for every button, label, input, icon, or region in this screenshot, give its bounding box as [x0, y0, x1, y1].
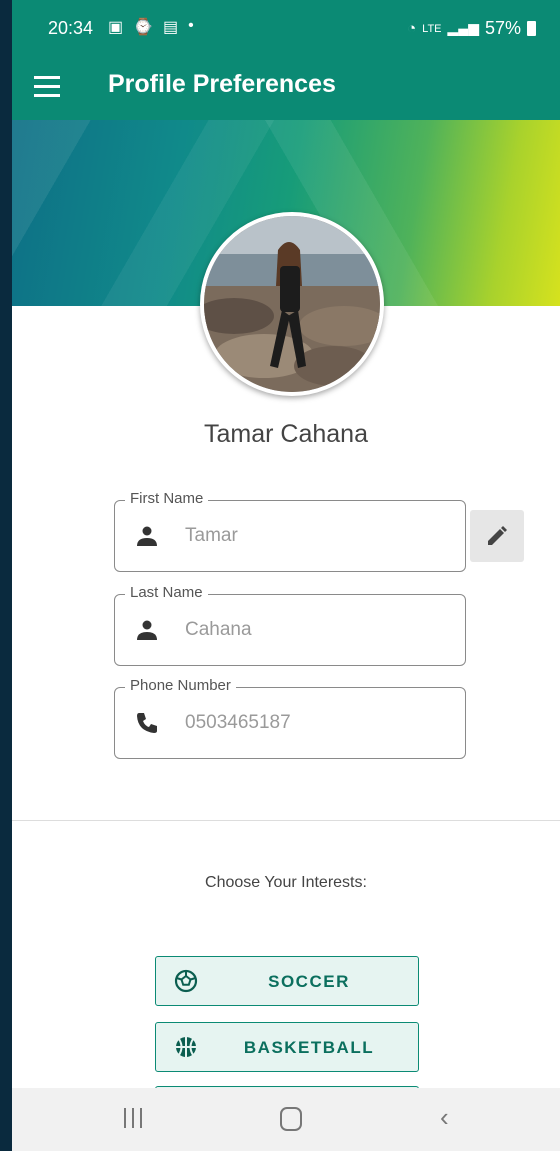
phone-number-value: 0503465187	[185, 712, 291, 733]
last-name-field[interactable]: Last Name Cahana	[114, 584, 466, 666]
interest-button-soccer[interactable]: SOCCER	[155, 956, 419, 1006]
notification-icons: ▣ ⌚ ▤ •	[108, 17, 194, 37]
back-button[interactable]: ‹	[440, 1102, 449, 1133]
phone-number-label: Phone Number	[125, 677, 236, 694]
first-name-field[interactable]: First Name Tamar	[114, 490, 466, 572]
page-title: Profile Preferences	[108, 70, 336, 98]
pencil-icon	[488, 526, 507, 545]
soccer-ball-icon	[174, 969, 198, 993]
section-divider	[12, 820, 560, 821]
recents-button[interactable]	[124, 1108, 142, 1128]
phone-number-field[interactable]: Phone Number 0503465187	[114, 677, 466, 759]
basketball-icon	[176, 1037, 196, 1057]
signal-icon: ▂▄▆	[447, 20, 479, 36]
last-name-label: Last Name	[125, 584, 208, 601]
interest-label: SOCCER	[268, 972, 350, 991]
home-button[interactable]	[280, 1107, 302, 1131]
profile-name: Tamar Cahana	[204, 420, 368, 448]
interest-button-basketball[interactable]: BASKETBALL	[155, 1022, 419, 1072]
menu-icon[interactable]	[34, 76, 60, 97]
person-icon	[137, 526, 157, 546]
network-label: LTE	[422, 22, 442, 35]
app-bar: Profile Preferences	[12, 36, 560, 120]
first-name-label: First Name	[125, 490, 209, 507]
system-nav-bar: ‹	[12, 1088, 560, 1151]
gallery-icon: ▣	[108, 19, 124, 36]
phone-icon	[137, 713, 157, 733]
wifi-icon: ◔	[407, 20, 417, 37]
dot-icon: •	[188, 17, 194, 34]
battery-icon	[527, 21, 536, 36]
interest-label: BASKETBALL	[243, 1038, 375, 1057]
interests-title: Choose Your Interests:	[205, 874, 367, 891]
phone-screen: 20:34 ▣ ⌚ ▤ • ◔ LTE ▂▄▆ 57% Profile Pref…	[12, 0, 560, 1151]
cast-icon: ▤	[163, 19, 179, 36]
person-icon	[137, 620, 157, 640]
last-name-value: Cahana	[185, 619, 252, 640]
watch-icon: ⌚	[133, 19, 154, 36]
first-name-value: Tamar	[185, 525, 238, 546]
avatar[interactable]	[200, 212, 384, 396]
edit-button[interactable]	[470, 510, 524, 562]
